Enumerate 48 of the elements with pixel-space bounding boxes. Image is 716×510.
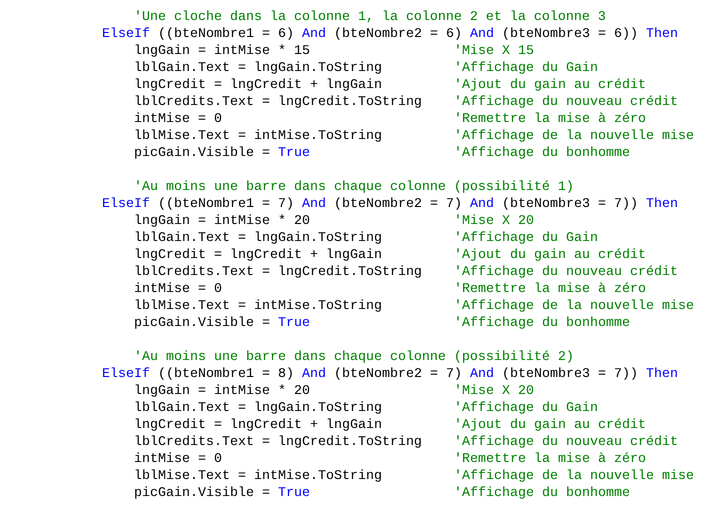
code-comment: 'Mise X 20 [454,213,534,230]
code-line: intMise = 0 [134,282,222,297]
code-line: lblMise.Text = intMise.ToString [134,129,382,144]
code-comment: 'Affichage du nouveau crédit [454,264,678,281]
code-comment: 'Affichage du bonhomme [454,145,630,162]
code-line: lngGain = intMise * 20 [134,214,310,229]
code-line: ElseIf ((bteNombre1 = 8) And (bteNombre2 = 7) And (bteNombre3 = 7)) Then [102,366,678,383]
code-comment: 'Affichage du bonhomme [454,315,630,332]
code-comment: 'Une cloche dans la colonne 1, la colonne 2 et la colonne 3 [134,9,606,26]
code-line: lblGain.Text = lngGain.ToString [134,401,382,416]
code-line: lblCredits.Text = lngCredit.ToString [134,435,422,450]
code-comment: 'Au moins une barre dans chaque colonne (possibilité 1) [134,179,574,196]
code-comment: 'Affichage du nouveau crédit [454,94,678,111]
code-comment: 'Remettre la mise à zéro [454,111,646,128]
code-line: lblGain.Text = lngGain.ToString [134,231,382,246]
code-line: lblMise.Text = intMise.ToString [134,299,382,314]
code-line: lngCredit = lngCredit + lngGain [134,248,382,263]
code-comment: 'Affichage du bonhomme [454,485,630,502]
code-line: picGain.Visible = True [134,316,310,331]
code-comment: 'Ajout du gain au crédit [454,77,646,94]
code-line: ElseIf ((bteNombre1 = 7) And (bteNombre2 = 7) And (bteNombre3 = 7)) Then [102,196,678,213]
code-comment: 'Ajout du gain au crédit [454,247,646,264]
code-comment: 'Mise X 20 [454,383,534,400]
code-line: lblCredits.Text = lngCredit.ToString [134,265,422,280]
code-line: lblMise.Text = intMise.ToString [134,469,382,484]
code-comment: 'Affichage de la nouvelle mise [454,128,694,145]
code-comment: 'Mise X 15 [454,43,534,60]
code-line: lngGain = intMise * 15 [134,44,310,59]
code-line: ElseIf ((bteNombre1 = 6) And (bteNombre2 = 6) And (bteNombre3 = 6)) Then [102,26,678,43]
code-comment: 'Affichage de la nouvelle mise [454,468,694,485]
code-line: lngCredit = lngCredit + lngGain [134,418,382,433]
code-comment: 'Affichage du Gain [454,230,598,247]
code-comment: 'Affichage du nouveau crédit [454,434,678,451]
code-comment: 'Remettre la mise à zéro [454,451,646,468]
code-comment: 'Remettre la mise à zéro [454,281,646,298]
code-line: lblGain.Text = lngGain.ToString [134,61,382,76]
code-line: picGain.Visible = True [134,146,310,161]
code-line: lblCredits.Text = lngCredit.ToString [134,95,422,110]
code-line: picGain.Visible = True [134,486,310,501]
code-comment: 'Affichage du Gain [454,400,598,417]
code-comment: 'Ajout du gain au crédit [454,417,646,434]
code-comment: 'Affichage de la nouvelle mise [454,298,694,315]
code-line: intMise = 0 [134,112,222,127]
code-line: lngCredit = lngCredit + lngGain [134,78,382,93]
code-comment: 'Affichage du Gain [454,60,598,77]
code-line: intMise = 0 [134,452,222,467]
code-comment: 'Au moins une barre dans chaque colonne (possibilité 2) [134,349,574,366]
code-line: lngGain = intMise * 20 [134,384,310,399]
